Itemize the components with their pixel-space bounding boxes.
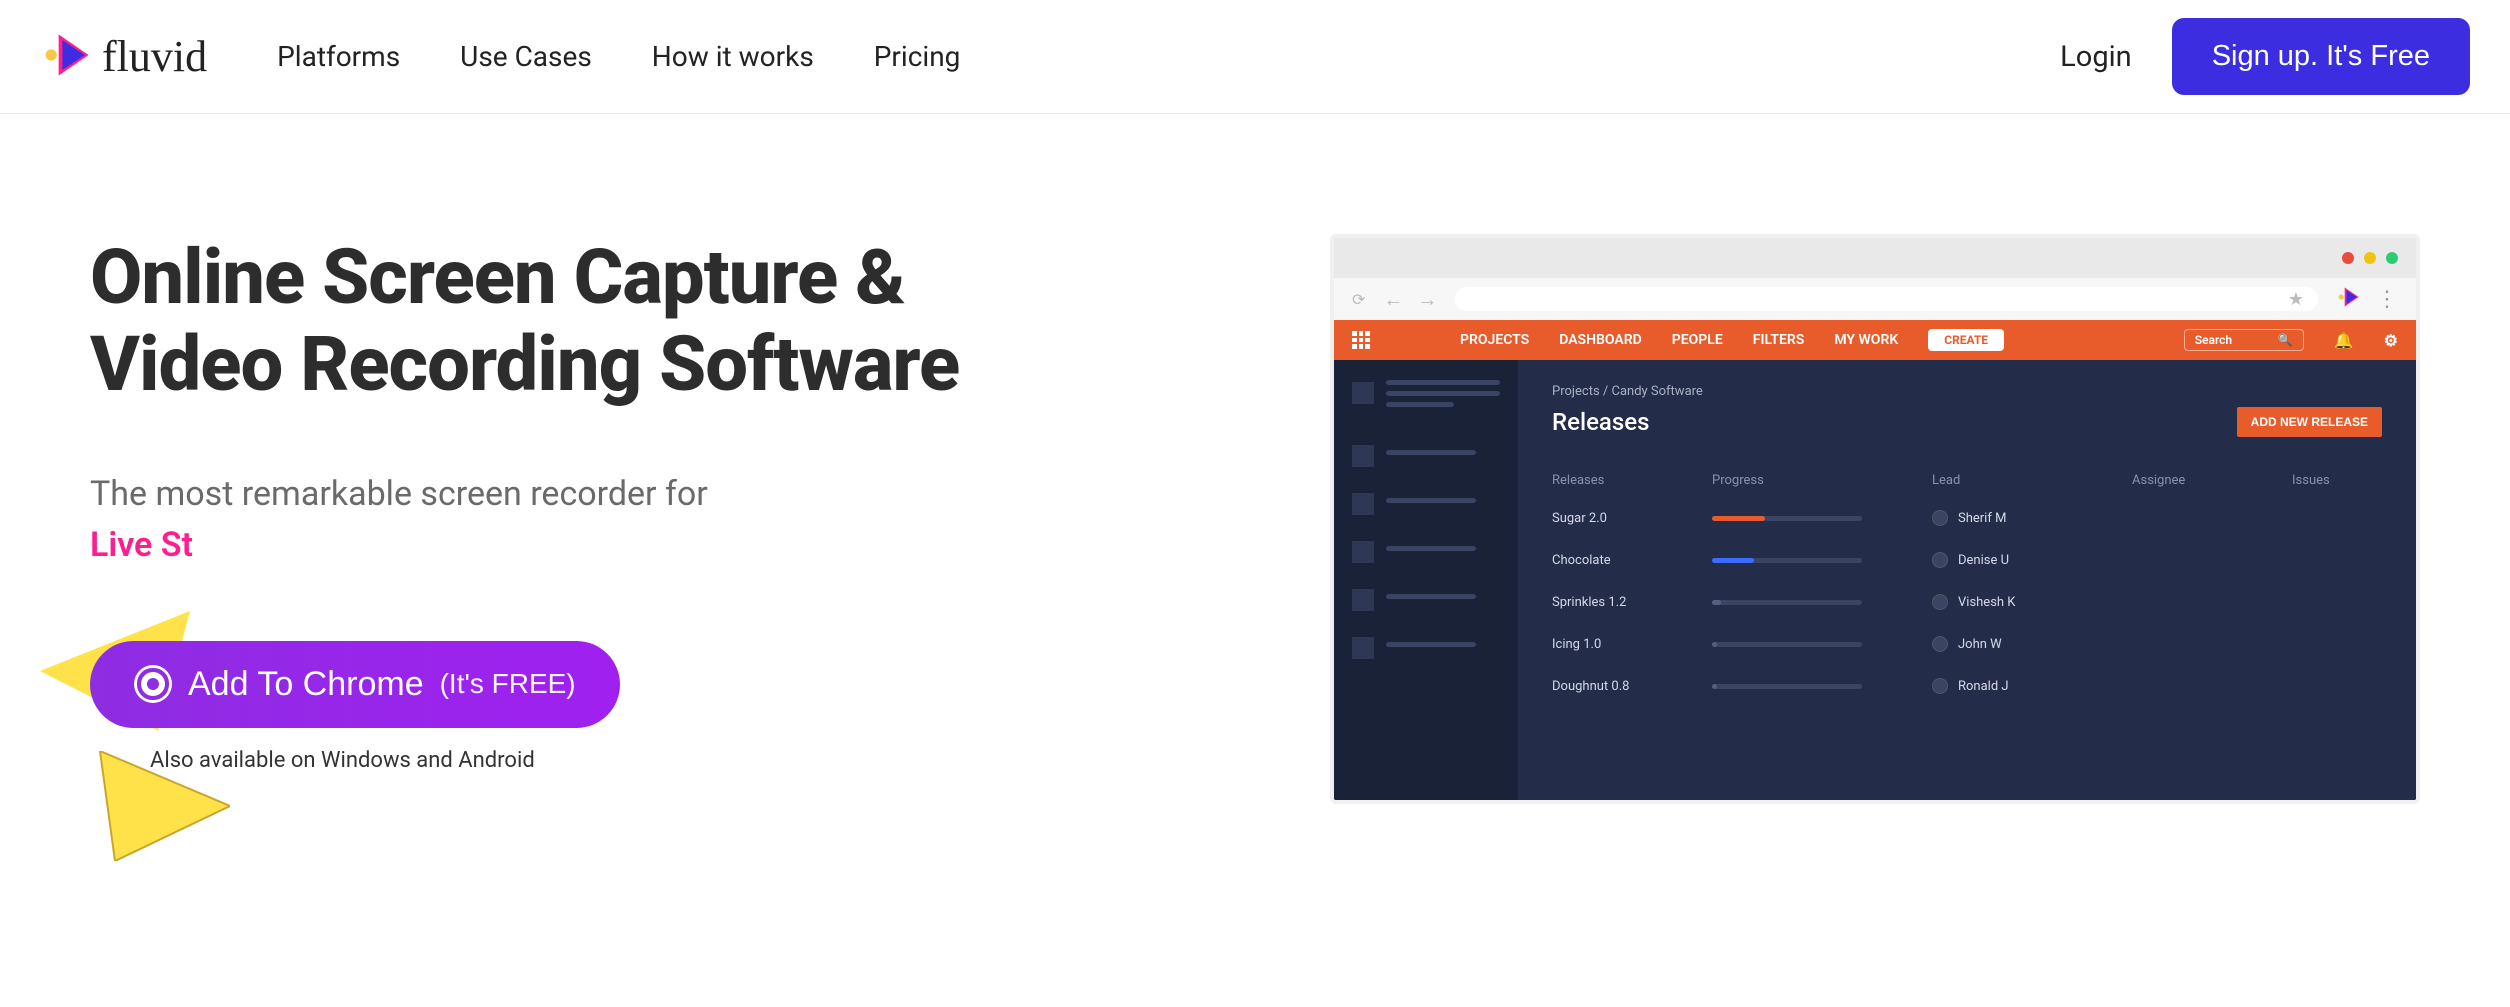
release-name: Doughnut 0.8 [1552, 679, 1692, 694]
topnav-people: PEOPLE [1672, 332, 1723, 348]
lead-cell: Denise U [1932, 552, 2112, 568]
signup-button[interactable]: Sign up. It's Free [2172, 18, 2470, 95]
app-topnav: PROJECTS DASHBOARD PEOPLE FILTERS MY WOR… [1460, 332, 1898, 348]
apps-grid-icon [1352, 331, 1370, 349]
topnav-dashboard: DASHBOARD [1559, 332, 1642, 348]
sidebar-item [1352, 635, 1500, 659]
table-row: Sprinkles 1.2 Vishesh K [1552, 594, 2382, 610]
browser-toolbar: ⟳ ← → ★ ⋮ [1334, 278, 2416, 320]
cta-row: Add To Chrome (It's FREE) [90, 641, 1270, 728]
table-row: Sugar 2.0 Sherif M [1552, 510, 2382, 526]
lead-cell: John W [1932, 636, 2112, 652]
add-to-chrome-button[interactable]: Add To Chrome (It's FREE) [90, 641, 620, 728]
progress-bar [1712, 516, 1862, 521]
avatar [1932, 510, 1948, 526]
section-title: Releases [1552, 408, 1649, 436]
app-main: Projects / Candy Software Releases ADD N… [1518, 360, 2416, 800]
release-name: Chocolate [1552, 553, 1692, 568]
avatar [1932, 636, 1948, 652]
back-icon: ← [1383, 287, 1403, 312]
add-new-release-button: ADD NEW RELEASE [2237, 407, 2382, 437]
nav-use-cases[interactable]: Use Cases [460, 40, 592, 73]
primary-nav: Platforms Use Cases How it works Pricing [277, 40, 960, 73]
table-row: Icing 1.0 John W [1552, 636, 2382, 652]
chrome-icon [134, 665, 172, 703]
hero-section: Online Screen Capture & Video Recording … [0, 114, 2510, 864]
triangle-decoration-front [90, 751, 230, 861]
lead-cell: Vishesh K [1932, 594, 2112, 610]
site-header: fluvid Platforms Use Cases How it works … [0, 0, 2510, 114]
bookmark-star-icon: ★ [2288, 289, 2304, 310]
window-maximize-icon [2386, 252, 2398, 264]
availability-text: Also available on Windows and Android [150, 748, 1270, 773]
nav-pricing[interactable]: Pricing [874, 40, 961, 73]
table-row: Chocolate Denise U [1552, 552, 2382, 568]
release-name: Sprinkles 1.2 [1552, 595, 1692, 610]
create-button: CREATE [1928, 329, 2004, 351]
table-header: Releases Progress Lead Assignee Issues [1552, 473, 2382, 488]
forward-icon: → [1417, 287, 1437, 312]
logo-icon [40, 27, 96, 87]
topnav-projects: PROJECTS [1460, 332, 1529, 348]
search-icon: 🔍 [2278, 333, 2293, 347]
progress-bar [1712, 684, 1862, 689]
address-bar: ★ [1455, 287, 2318, 311]
avatar [1932, 678, 1948, 694]
table-row: Doughnut 0.8 Ronald J [1552, 678, 2382, 694]
sidebar-item [1352, 539, 1500, 563]
logo[interactable]: fluvid [40, 27, 207, 87]
app-sidebar [1334, 360, 1518, 800]
logo-text: fluvid [102, 31, 207, 82]
hero-headline: Online Screen Capture & Video Recording … [90, 234, 1270, 409]
login-link[interactable]: Login [2060, 40, 2132, 74]
browser-mockup: ⟳ ← → ★ ⋮ [1330, 234, 2420, 804]
window-minimize-icon [2364, 252, 2376, 264]
progress-bar [1712, 600, 1862, 605]
progress-bar [1712, 642, 1862, 647]
lead-cell: Sherif M [1932, 510, 2112, 526]
sidebar-item [1352, 587, 1500, 611]
sidebar-item [1352, 491, 1500, 515]
nav-platforms[interactable]: Platforms [277, 40, 400, 73]
gear-icon: ⚙ [2384, 331, 2398, 350]
progress-bar [1712, 558, 1862, 563]
app-search-input: Search 🔍 [2184, 329, 2304, 351]
window-close-icon [2342, 252, 2354, 264]
topnav-mywork: MY WORK [1834, 332, 1898, 348]
hero-subhead-accent: Live St [90, 525, 193, 565]
fluvid-extension-icon [2336, 284, 2362, 314]
release-name: Icing 1.0 [1552, 637, 1692, 652]
avatar [1932, 594, 1948, 610]
hero-subhead: The most remarkable screen recorder for … [90, 469, 1270, 571]
release-name: Sugar 2.0 [1552, 511, 1692, 526]
browser-menu-icon: ⋮ [2376, 287, 2398, 312]
reload-icon: ⟳ [1352, 290, 1365, 309]
app-topbar: PROJECTS DASHBOARD PEOPLE FILTERS MY WOR… [1334, 320, 2416, 360]
nav-how-it-works[interactable]: How it works [652, 40, 814, 73]
topnav-filters: FILTERS [1753, 332, 1805, 348]
app-mockup: PROJECTS DASHBOARD PEOPLE FILTERS MY WOR… [1334, 320, 2416, 800]
browser-titlebar [1334, 238, 2416, 278]
bell-icon: 🔔 [2334, 331, 2354, 350]
lead-cell: Ronald J [1932, 678, 2112, 694]
avatar [1932, 552, 1948, 568]
breadcrumb: Projects / Candy Software [1552, 384, 2382, 399]
sidebar-item [1352, 443, 1500, 467]
